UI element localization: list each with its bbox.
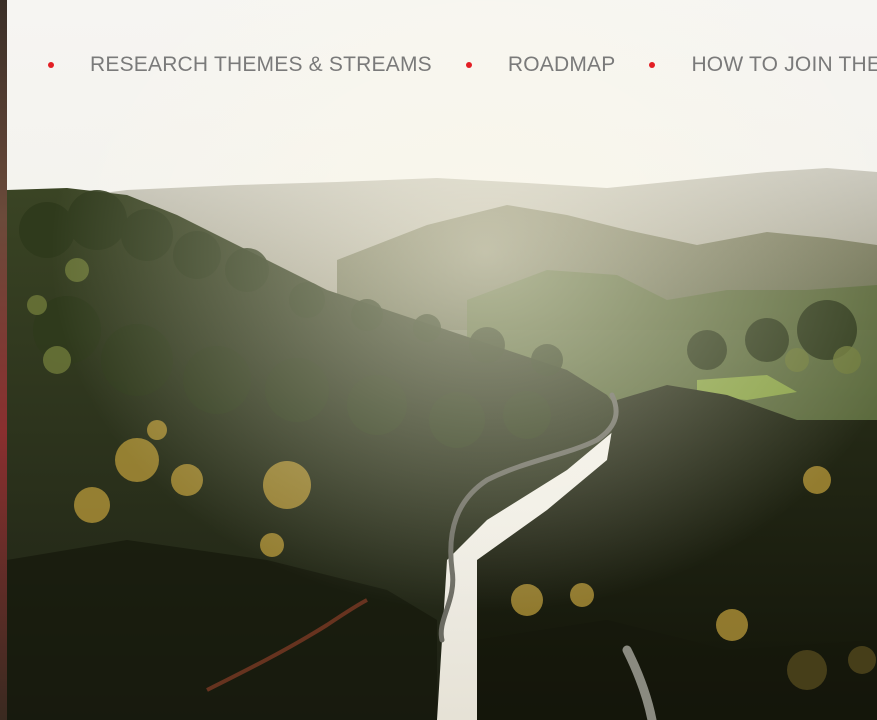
bullet-dot-icon (465, 62, 472, 68)
nav-item-roadmap[interactable]: ROADMAP (465, 53, 616, 77)
bullet-dot-icon (48, 62, 54, 68)
nav-item-label: HOW TO JOIN THE JOURNEY (691, 53, 877, 76)
nav-item-label: RESEARCH THEMES & STREAMS (90, 53, 432, 76)
nav-item-label: ROADMAP (507, 53, 616, 76)
bullet-dot-icon (649, 62, 656, 68)
nav-item-how-to-join[interactable]: HOW TO JOIN THE JOURNEY (649, 53, 877, 77)
nav-item-research-themes[interactable]: RESEARCH THEMES & STREAMS (48, 53, 432, 77)
top-navigation: RESEARCH THEMES & STREAMS ROADMAP HOW TO… (0, 0, 877, 130)
